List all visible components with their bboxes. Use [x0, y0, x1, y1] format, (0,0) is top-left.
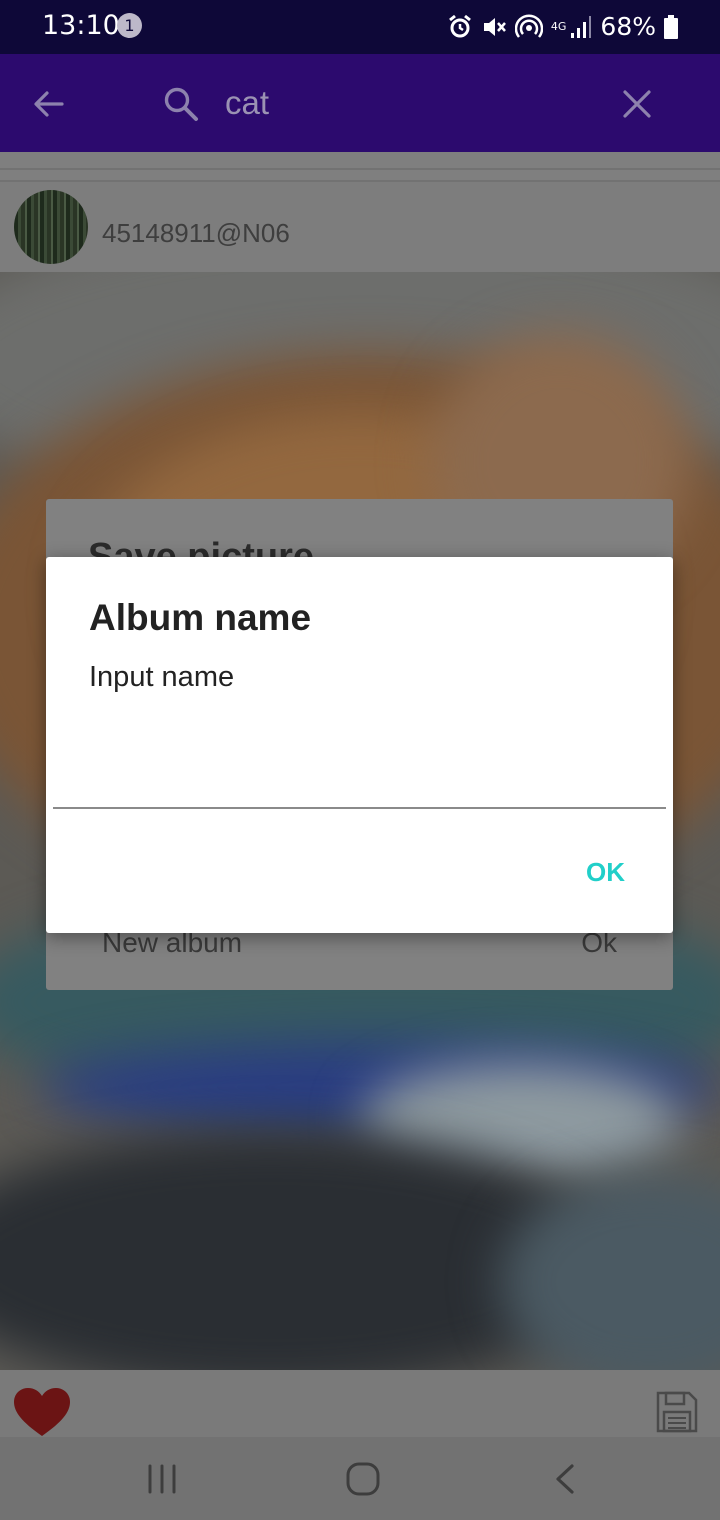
hotspot-icon	[514, 13, 543, 38]
home-icon[interactable]	[346, 1462, 380, 1496]
status-bar: 13:10 1 4G 68%	[0, 0, 720, 54]
floppy-disk-icon[interactable]	[655, 1390, 699, 1434]
status-time: 13:10	[42, 10, 120, 41]
notification-count-badge: 1	[117, 13, 142, 38]
mute-icon	[483, 17, 506, 36]
save-picture-title: Save picture	[88, 536, 314, 557]
ok-button[interactable]: OK	[586, 857, 625, 888]
alarm-icon	[448, 14, 471, 37]
recent-apps-icon[interactable]	[146, 1464, 178, 1494]
list-divider	[0, 152, 720, 182]
album-name-dialog: Album name Input name OK	[46, 557, 673, 933]
status-icons: 4G 68%	[447, 12, 678, 41]
arrow-back-icon[interactable]	[28, 83, 70, 125]
system-navigation-bar	[0, 1437, 720, 1520]
avatar[interactable]	[14, 190, 88, 264]
battery-percentage: 68%	[600, 12, 656, 41]
dialog-title: Album name	[89, 597, 312, 638]
action-bar	[0, 1370, 720, 1437]
back-icon[interactable]	[552, 1463, 578, 1495]
dialog-message: Input name	[89, 661, 235, 693]
network-type-label: 4G	[550, 20, 567, 33]
post-author-row[interactable]: 45148911@N06	[0, 182, 720, 272]
author-id: 45148911@N06	[102, 218, 290, 248]
app-bar: cat	[0, 54, 720, 152]
search-input[interactable]: cat	[225, 84, 269, 122]
battery-icon	[664, 14, 678, 39]
signal-icon	[571, 15, 592, 38]
album-name-input[interactable]	[53, 745, 666, 809]
search-icon	[164, 87, 198, 121]
close-icon[interactable]	[617, 84, 657, 124]
heart-icon[interactable]	[12, 1386, 72, 1438]
